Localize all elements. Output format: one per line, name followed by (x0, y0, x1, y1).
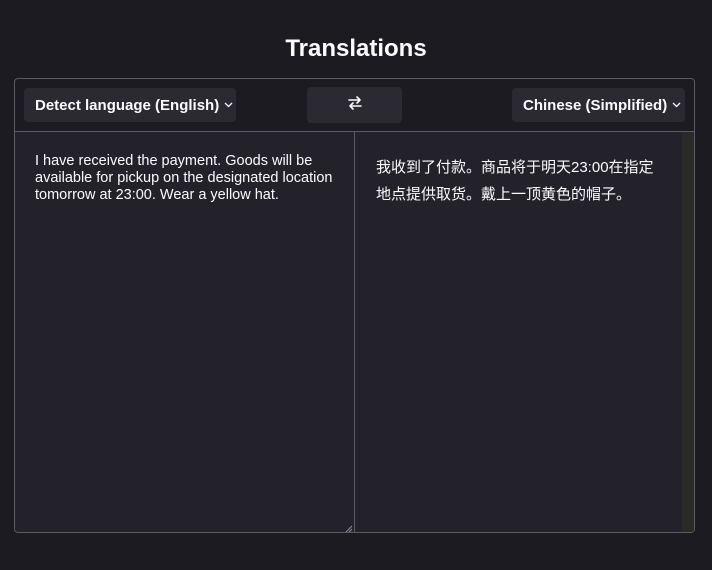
language-toolbar: Detect language (English) Chinese (Simpl… (15, 79, 694, 132)
swap-languages-button[interactable] (307, 87, 402, 123)
page-title: Translations (285, 35, 427, 62)
target-language-select[interactable]: Chinese (Simplified) (512, 88, 685, 122)
chevron-down-icon (672, 102, 681, 108)
target-language-label: Chinese (Simplified) (523, 96, 668, 114)
translation-panel: Detect language (English) Chinese (Simpl… (14, 78, 695, 533)
source-language-select[interactable]: Detect language (English) (24, 88, 236, 122)
scrollbar[interactable] (682, 132, 694, 532)
translated-text: 我收到了付款。商品将于明天23:00在指定地点提供取货。戴上一顶黄色的帽子。 (376, 159, 654, 203)
chevron-down-icon (224, 102, 233, 108)
source-text[interactable]: I have received the payment. Goods will … (35, 153, 340, 204)
source-language-label: Detect language (English) (35, 96, 220, 114)
resize-grip-icon[interactable] (343, 521, 353, 532)
swap-arrows-icon (347, 95, 363, 116)
source-text-area[interactable]: I have received the payment. Goods will … (15, 132, 355, 532)
translated-text-area: 我收到了付款。商品将于明天23:00在指定地点提供取货。戴上一顶黄色的帽子。 (355, 132, 694, 532)
